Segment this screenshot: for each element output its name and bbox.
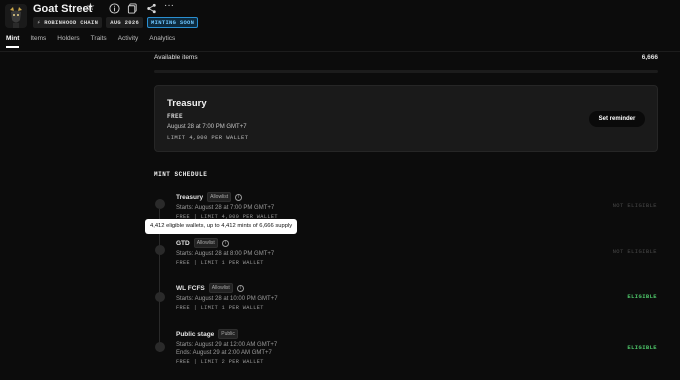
stage-tag: Public — [218, 329, 238, 339]
stage-end: Ends: August 29 at 2:00 AM GMT+7 — [176, 350, 272, 356]
stage-gtd: GTD Allowlist i Starts: August 28 at 8:0… — [176, 238, 274, 266]
stage-tag: Allowlist — [207, 192, 232, 202]
stage-name: Public stage — [176, 330, 215, 338]
info-icon[interactable]: i — [221, 239, 229, 247]
available-items-row: Available items 6,666 — [154, 53, 658, 69]
eligibility-tooltip: 4,412 eligible wallets, up to 4,412 mint… — [145, 219, 298, 234]
status-badge: MINTING SOON — [147, 17, 199, 28]
tab-holders[interactable]: Holders — [57, 35, 79, 48]
tab-mint[interactable]: Mint — [6, 35, 20, 48]
stage-title: Treasury — [167, 98, 207, 109]
progress-bar — [154, 70, 658, 73]
badge-row: ⚡ ROBINHOOD CHAIN AUG 2026 MINTING SOON — [33, 17, 199, 28]
stage-price: FREE — [167, 113, 184, 120]
stage-name: WL FCFS — [176, 284, 205, 292]
tab-traits[interactable]: Traits — [91, 35, 107, 48]
info-icon[interactable]: i — [236, 284, 244, 292]
info-icon[interactable] — [109, 3, 120, 14]
stage-name: Treasury — [176, 193, 204, 201]
available-items-label: Available items — [154, 54, 198, 61]
available-items-value: 6,666 — [641, 54, 658, 61]
stage-start: Starts: August 28 at 10:00 PM GMT+7 — [176, 296, 278, 302]
stage-name: GTD — [176, 239, 190, 247]
stage-limit: FREE | LIMIT 1 PER WALLET — [176, 260, 264, 266]
share-icon[interactable] — [146, 3, 157, 14]
collection-title: Goat Street — [33, 3, 93, 15]
stage-start: Starts: August 28 at 8:00 PM GMT+7 — [176, 251, 275, 257]
stage-limit: LIMIT 4,000 PER WALLET — [167, 134, 249, 141]
timeline-dot — [155, 342, 165, 352]
stage-tag: Allowlist — [208, 283, 233, 293]
active-stage-card: Treasury FREE August 28 at 7:00 PM GMT+7… — [154, 85, 658, 152]
eligibility-status: ELIGIBLE — [627, 344, 657, 351]
timeline-dot — [155, 292, 165, 302]
collection-logo[interactable] — [5, 4, 27, 28]
stage-start: Starts: August 28 at 7:00 PM GMT+7 — [176, 205, 275, 211]
copy-icon[interactable] — [127, 3, 138, 14]
nav-tabs: Mint Items Holders Traits Activity Analy… — [6, 35, 186, 48]
stage-limit: FREE | LIMIT 2 PER WALLET — [176, 359, 264, 365]
tab-activity[interactable]: Activity — [118, 35, 139, 48]
more-icon[interactable]: ··· — [164, 1, 175, 12]
eligibility-status: ELIGIBLE — [627, 293, 657, 300]
timeline-dot — [155, 245, 165, 255]
info-icon[interactable]: i — [235, 193, 243, 201]
stage-tag: Allowlist — [193, 238, 218, 248]
schedule-title: MINT SCHEDULE — [154, 171, 208, 178]
date-badge: AUG 2026 — [106, 17, 144, 28]
stage-public: Public stage Public Starts: August 29 at… — [176, 329, 277, 365]
set-reminder-button[interactable]: Set reminder — [589, 111, 645, 127]
stage-treasury: Treasury Allowlist i Starts: August 28 a… — [176, 192, 278, 220]
tab-analytics[interactable]: Analytics — [149, 35, 175, 48]
stage-limit: FREE | LIMIT 1 PER WALLET — [176, 305, 264, 311]
eligibility-status: NOT ELIGIBLE — [612, 202, 657, 209]
stage-date: August 28 at 7:00 PM GMT+7 — [167, 124, 247, 130]
eligibility-status: NOT ELIGIBLE — [612, 248, 657, 255]
star-icon[interactable]: ☆ — [86, 2, 95, 13]
tab-items[interactable]: Items — [30, 35, 46, 48]
chain-badge: ⚡ ROBINHOOD CHAIN — [33, 17, 103, 28]
stage-start: Starts: August 29 at 12:00 AM GMT+7 — [176, 342, 278, 348]
collection-header: Goat Street ☆ ··· ⚡ ROBINHOOD CHAIN AUG … — [0, 0, 680, 52]
timeline-dot — [155, 199, 165, 209]
stage-wl-fcfs: WL FCFS Allowlist i Starts: August 28 at… — [176, 283, 278, 311]
